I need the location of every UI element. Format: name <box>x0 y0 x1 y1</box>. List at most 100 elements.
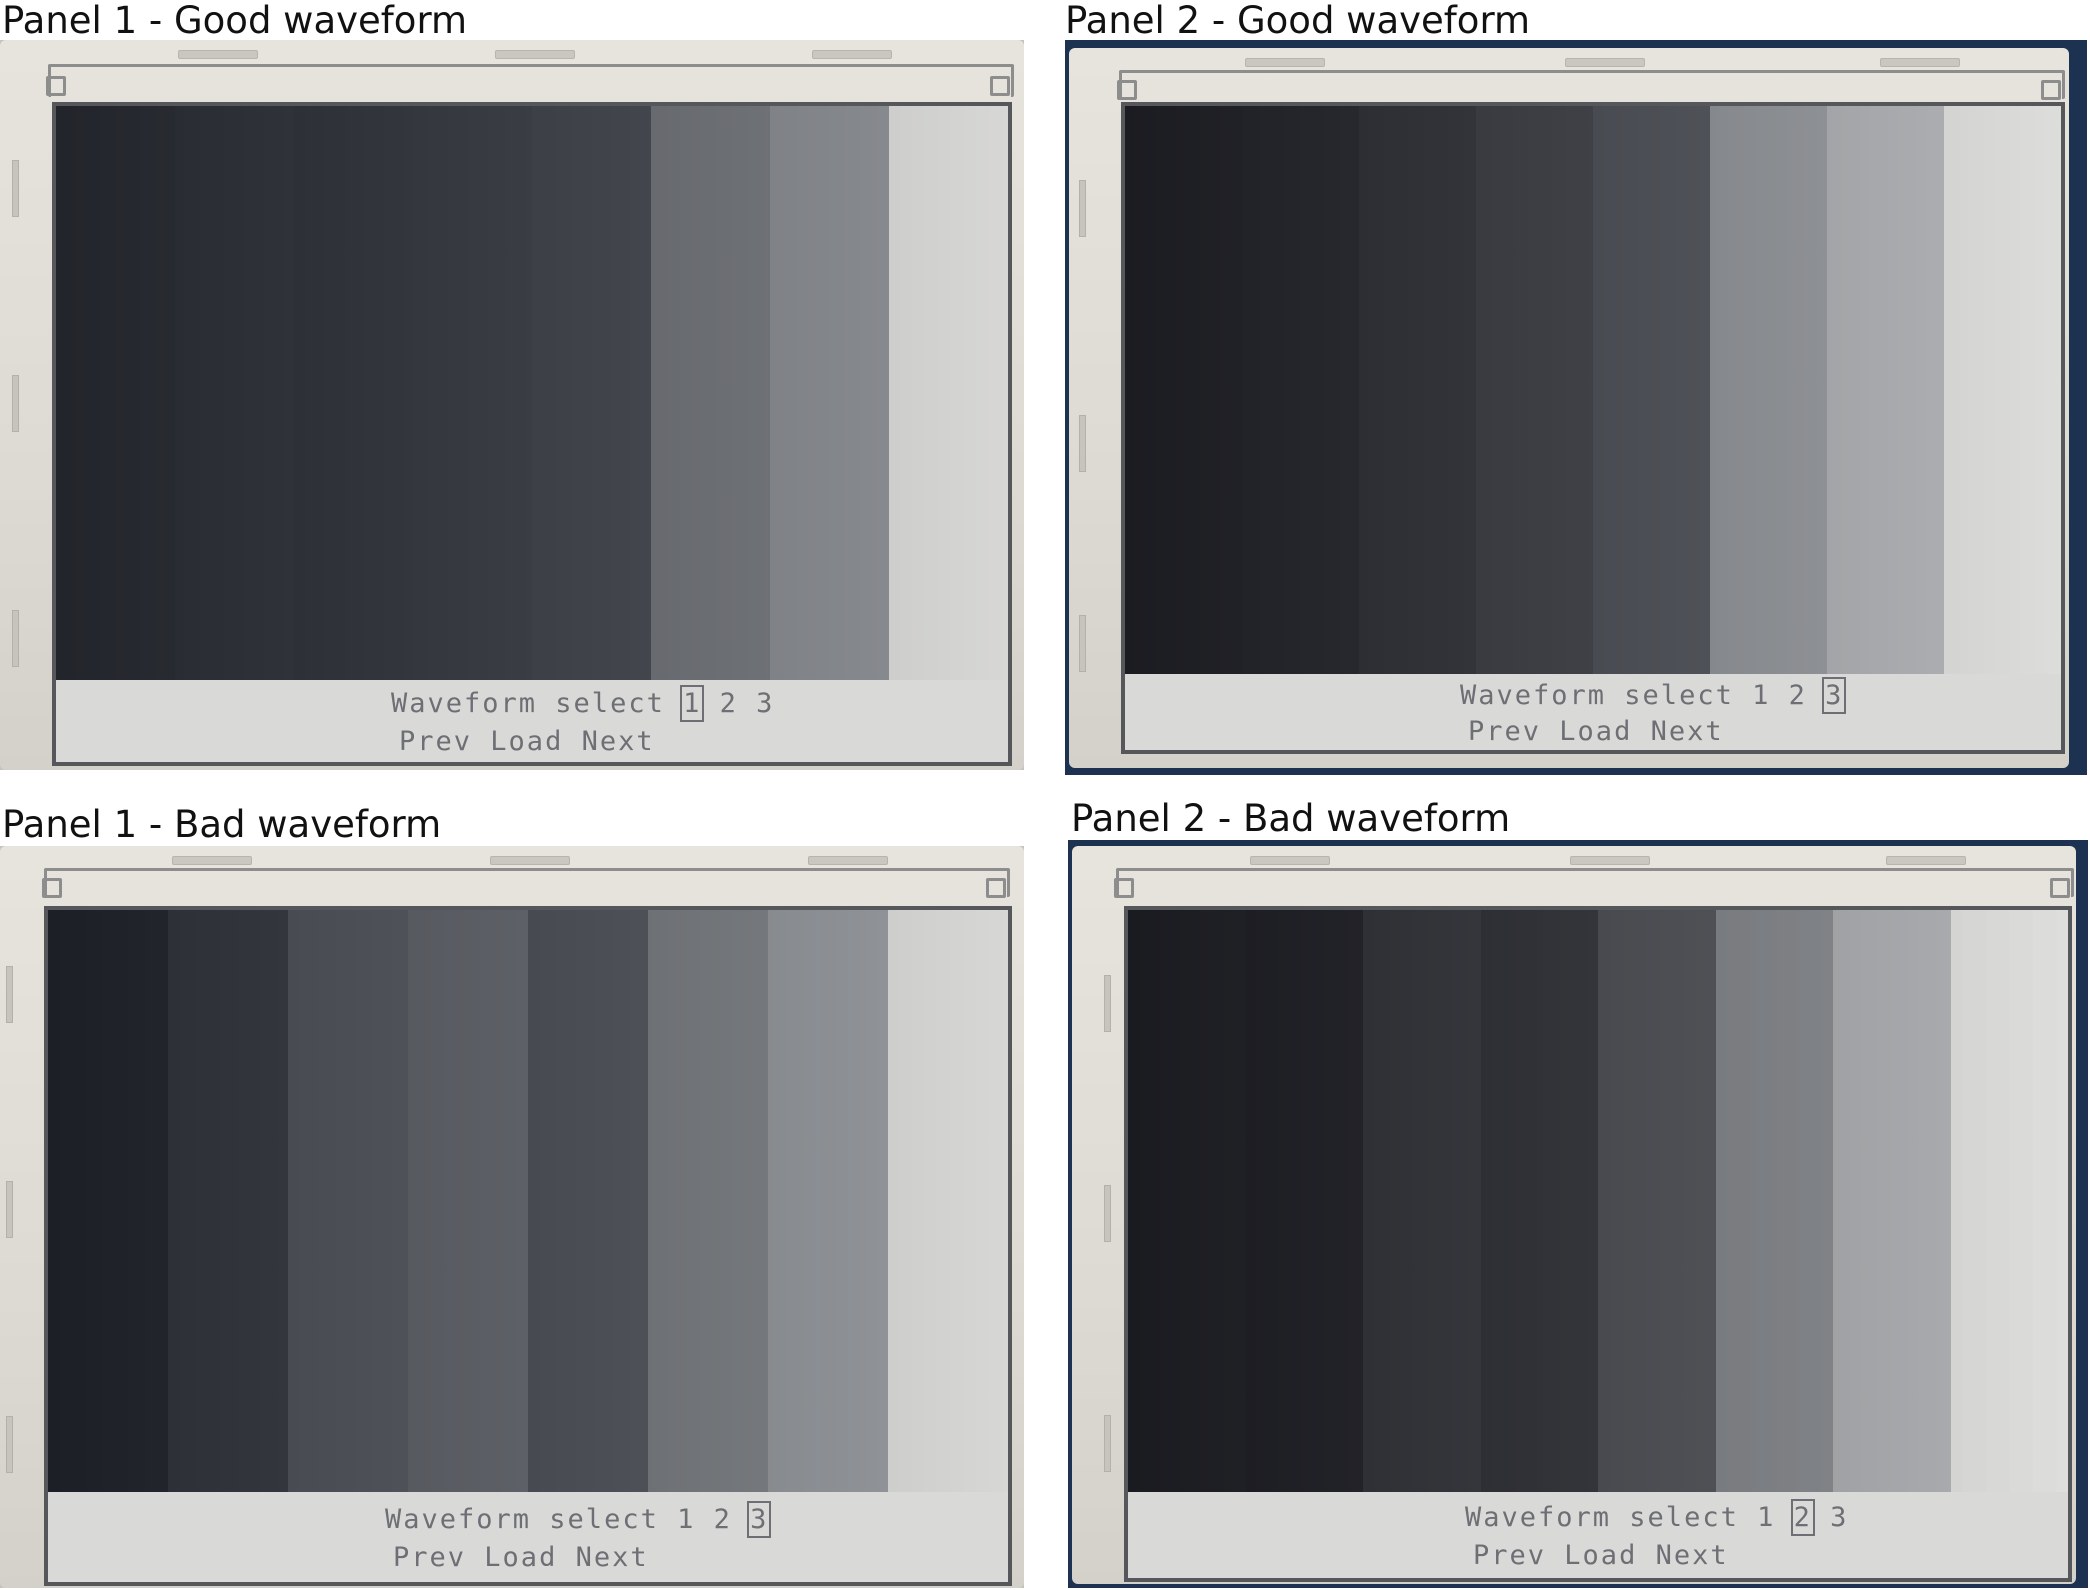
waveform-option[interactable]: 2 <box>1789 680 1807 711</box>
load-button[interactable]: Load <box>1564 1540 1637 1571</box>
grayscale-bar-4 <box>1476 106 1593 674</box>
bezel-tab <box>1886 856 1966 865</box>
grayscale-bar-4 <box>1480 910 1598 1492</box>
grayscale-bar-6 <box>1715 910 1833 1492</box>
bezel-corner <box>2041 80 2061 100</box>
waveform-option-selected[interactable]: 2 <box>1790 1499 1815 1536</box>
photo-panel2-good: Waveform select 1 2 3 Prev Load Next <box>1065 40 2087 775</box>
nav-line: Prev Load Next <box>1468 718 1724 745</box>
grayscale-bar-1 <box>1125 106 1242 674</box>
grayscale-bar-6 <box>648 910 768 1492</box>
bezel-tab <box>1250 856 1330 865</box>
bezel-corner <box>1114 878 1134 898</box>
bezel-tab <box>812 50 892 59</box>
load-button[interactable]: Load <box>484 1542 557 1573</box>
prev-button[interactable]: Prev <box>1468 716 1541 747</box>
load-button[interactable]: Load <box>490 726 563 757</box>
nav-line: Prev Load Next <box>393 1544 649 1571</box>
waveform-select-label: Waveform select <box>1460 680 1734 711</box>
grayscale-bar-8 <box>888 910 1008 1492</box>
bezel-mark <box>6 1181 13 1238</box>
bezel-trace <box>48 64 1014 97</box>
epaper-screen: Waveform select 1 2 3 Prev Load Next <box>1121 102 2065 754</box>
caption-panel1-bad: Panel 1 - Bad waveform <box>2 803 442 846</box>
next-button[interactable]: Next <box>582 726 655 757</box>
bezel-mark <box>1104 1185 1111 1242</box>
grayscale-bar-2 <box>1245 910 1363 1492</box>
waveform-option[interactable]: 3 <box>1830 1502 1848 1533</box>
waveform-option[interactable]: 2 <box>720 688 738 719</box>
waveform-select-label: Waveform select <box>385 1504 659 1535</box>
bezel-mark <box>12 610 19 667</box>
bezel-mark <box>1079 615 1086 672</box>
bezel-trace <box>1116 868 2074 897</box>
bezel-tab <box>808 856 888 865</box>
bezel-mark <box>6 966 13 1023</box>
waveform-option[interactable]: 1 <box>677 1504 695 1535</box>
grayscale-bars <box>48 910 1008 1492</box>
grayscale-bar-3 <box>288 910 408 1492</box>
caption-panel1-good: Panel 1 - Good waveform <box>2 0 468 42</box>
bezel-tab <box>1570 856 1650 865</box>
grayscale-bar-5 <box>1593 106 1710 674</box>
grayscale-bar-5 <box>1598 910 1716 1492</box>
waveform-select-line: Waveform select 1 2 3 <box>1460 677 1847 714</box>
waveform-option[interactable]: 1 <box>1757 1502 1775 1533</box>
grayscale-bar-1 <box>1128 910 1246 1492</box>
caption-panel2-bad: Panel 2 - Bad waveform <box>1071 797 1511 840</box>
grayscale-bar-8 <box>1944 106 2061 674</box>
grayscale-bar-7 <box>770 106 889 680</box>
grayscale-bar-2 <box>168 910 288 1492</box>
waveform-option[interactable]: 3 <box>756 688 774 719</box>
waveform-option[interactable]: 1 <box>1752 680 1770 711</box>
waveform-select-line: Waveform select 1 2 3 <box>385 1501 772 1538</box>
next-button[interactable]: Next <box>1651 716 1724 747</box>
grayscale-bar-7 <box>768 910 888 1492</box>
epaper-screen: Waveform select 1 2 3 Prev Load Next <box>1124 906 2072 1582</box>
screen-menu: Waveform select 1 2 3 Prev Load Next <box>48 1492 1008 1582</box>
bezel-tab <box>178 50 258 59</box>
grayscale-bar-8 <box>1950 910 2068 1492</box>
prev-button[interactable]: Prev <box>399 726 472 757</box>
bezel-mark <box>1104 975 1111 1032</box>
bezel-corner <box>42 878 62 898</box>
grayscale-bar-3 <box>294 106 413 680</box>
waveform-option-selected[interactable]: 3 <box>1822 677 1847 714</box>
waveform-option[interactable]: 2 <box>714 1504 732 1535</box>
next-button[interactable]: Next <box>576 1542 649 1573</box>
grayscale-bar-4 <box>413 106 532 680</box>
photo-panel1-bad: Waveform select 1 2 3 Prev Load Next <box>0 846 1024 1588</box>
grayscale-bars <box>1128 910 2068 1492</box>
grayscale-bar-4 <box>408 910 528 1492</box>
grayscale-bar-6 <box>651 106 770 680</box>
load-button[interactable]: Load <box>1559 716 1632 747</box>
bezel-corner <box>2050 878 2070 898</box>
waveform-option-selected[interactable]: 3 <box>747 1501 772 1538</box>
bezel-mark <box>12 160 19 217</box>
waveform-option-selected[interactable]: 1 <box>680 685 705 722</box>
bezel-tab <box>495 50 575 59</box>
grayscale-bar-5 <box>532 106 651 680</box>
screen-menu: Waveform select 1 2 3 Prev Load Next <box>1128 1492 2068 1578</box>
bezel-mark <box>12 375 19 432</box>
prev-button[interactable]: Prev <box>393 1542 466 1573</box>
waveform-select-label: Waveform select <box>1465 1502 1739 1533</box>
grayscale-bar-2 <box>175 106 294 680</box>
grayscale-bar-1 <box>48 910 168 1492</box>
bezel-trace <box>44 868 1010 897</box>
bezel-corner <box>46 76 66 96</box>
bezel-trace <box>1119 70 2065 99</box>
grayscale-bar-7 <box>1833 910 1951 1492</box>
screen-menu: Waveform select 1 2 3 Prev Load Next <box>1125 674 2061 750</box>
epaper-screen: Waveform select 1 2 3 Prev Load Next <box>52 102 1012 766</box>
grayscale-bar-5 <box>528 910 648 1492</box>
photo-panel1-good: Waveform select 1 2 3 Prev Load Next <box>0 40 1024 770</box>
bezel-corner <box>986 878 1006 898</box>
prev-button[interactable]: Prev <box>1473 1540 1546 1571</box>
grayscale-bar-1 <box>56 106 175 680</box>
bezel-mark <box>1104 1415 1111 1472</box>
screen-menu: Waveform select 1 2 3 Prev Load Next <box>56 680 1008 762</box>
next-button[interactable]: Next <box>1656 1540 1729 1571</box>
waveform-select-line: Waveform select 1 2 3 <box>391 685 774 722</box>
bezel-tab <box>1565 58 1645 67</box>
